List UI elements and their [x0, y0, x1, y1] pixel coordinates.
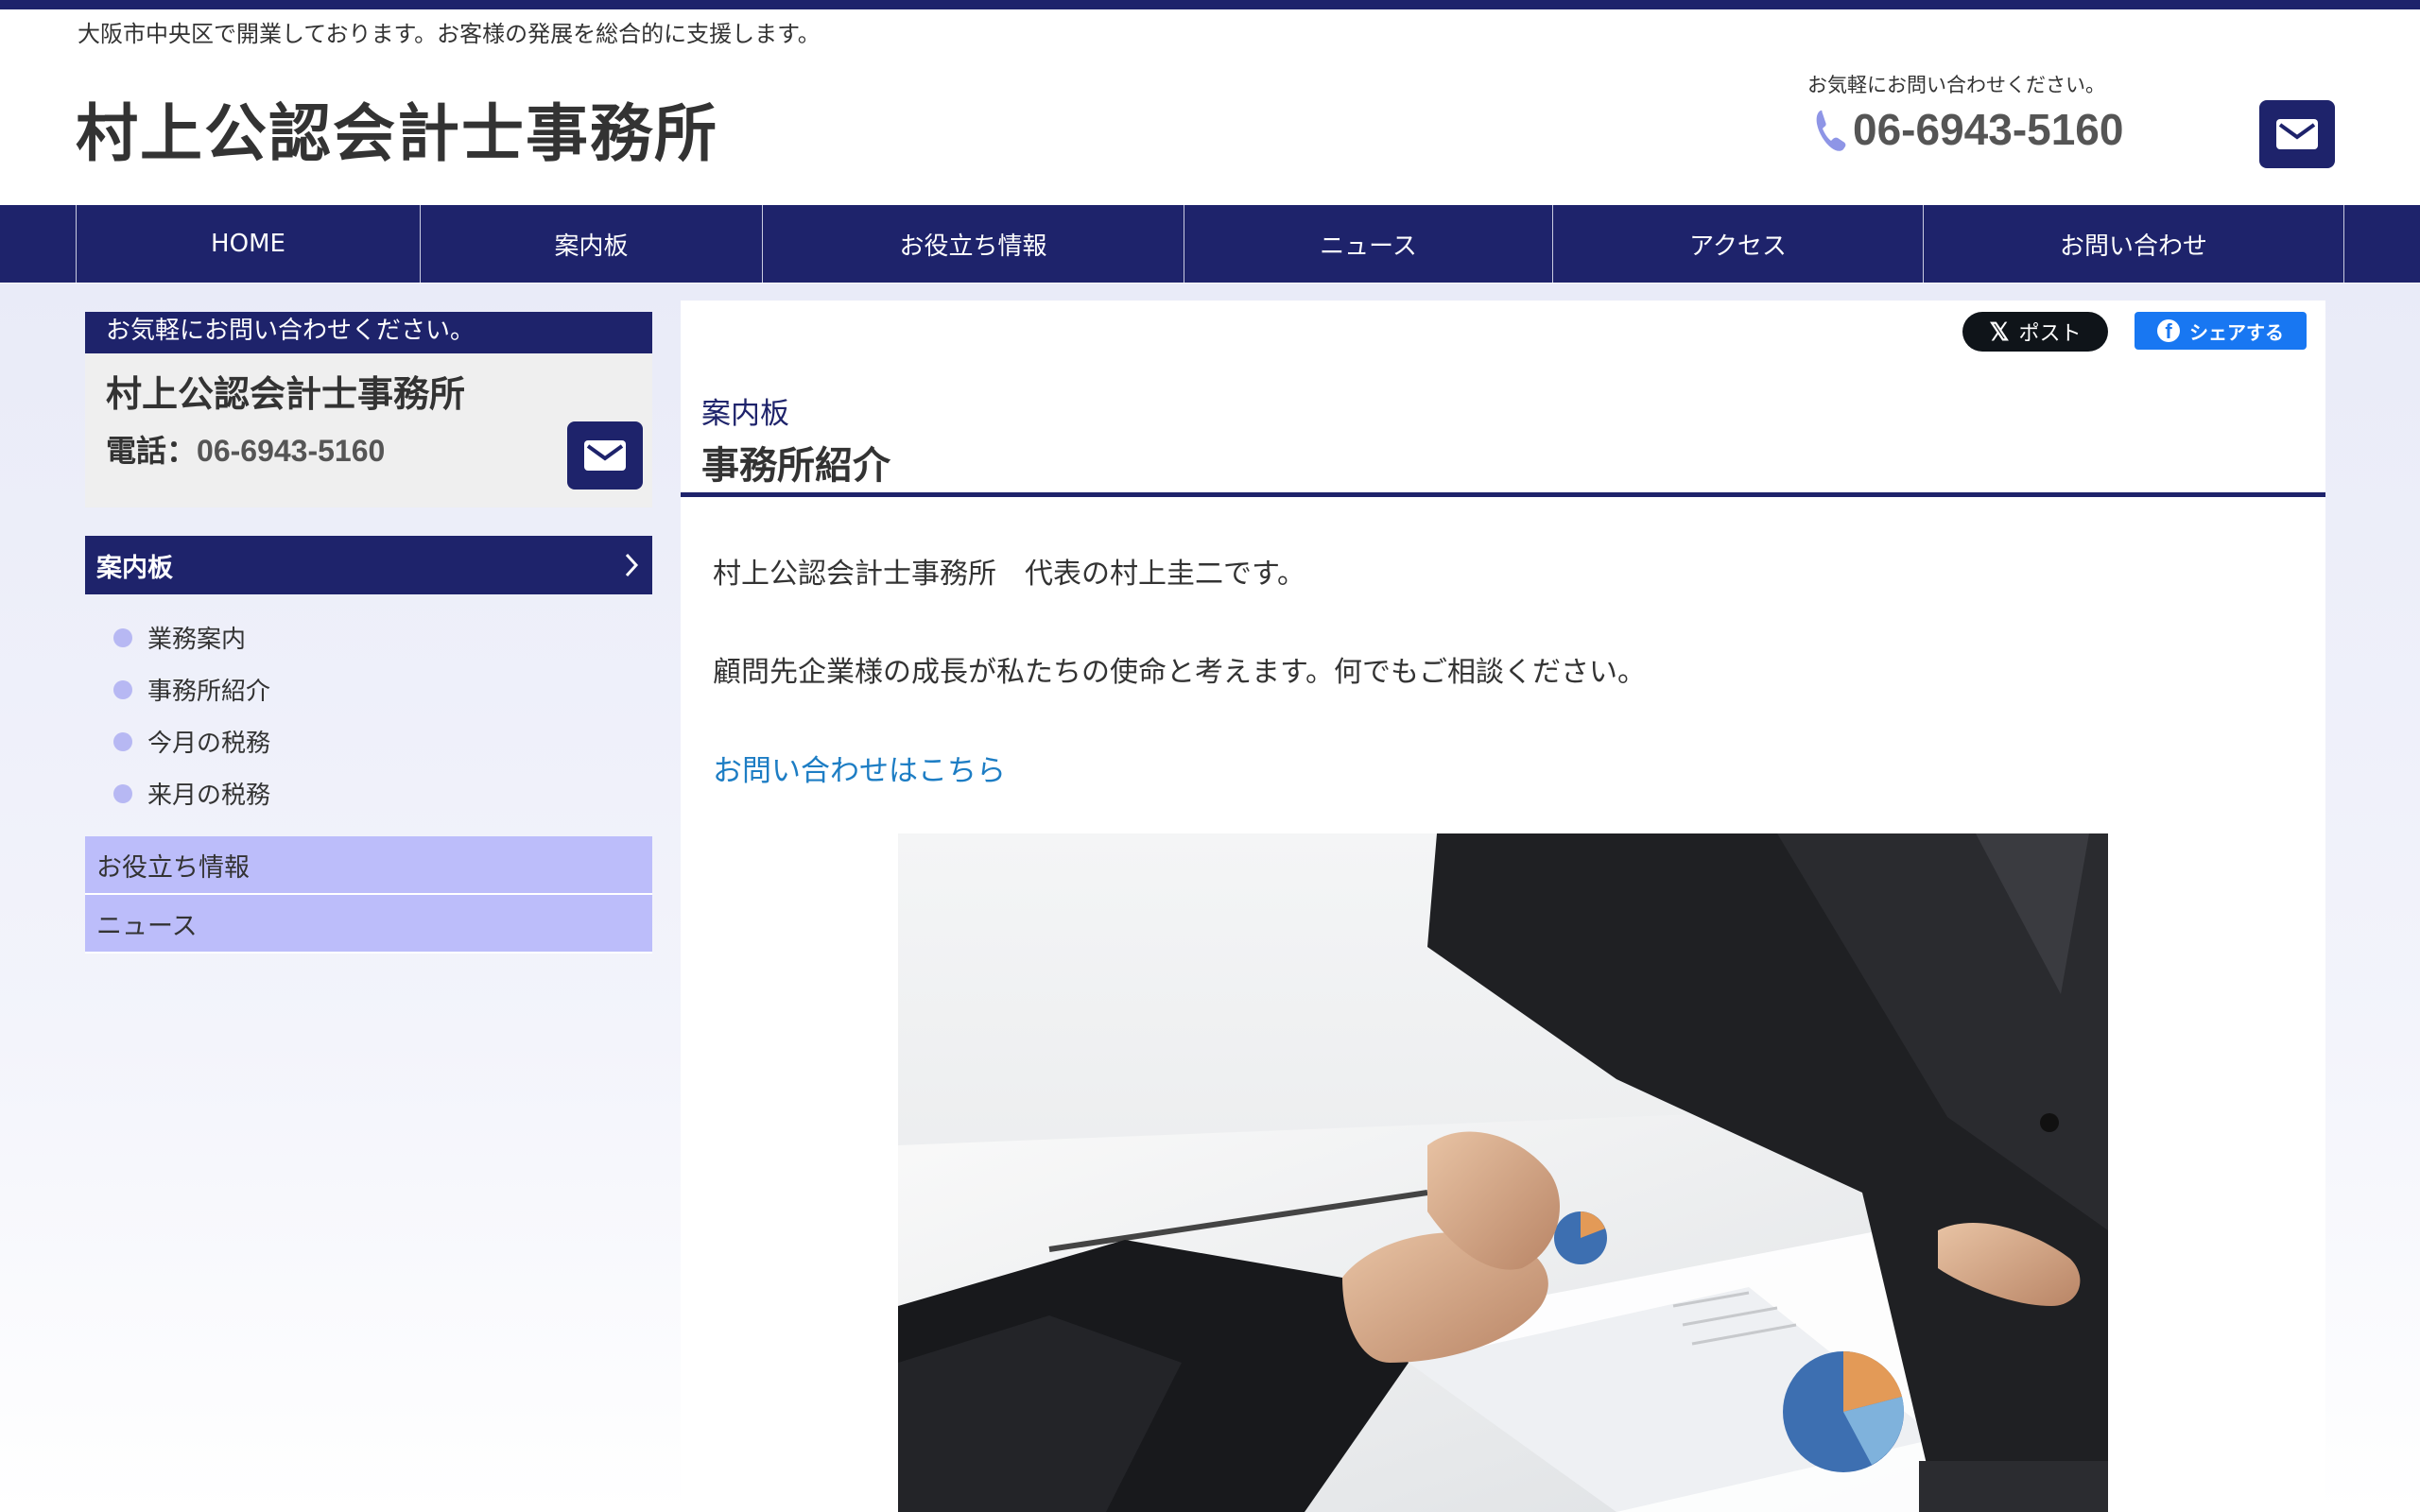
nav-item-news[interactable]: ニュース — [1184, 205, 1553, 283]
sidebar-item-office-intro[interactable]: 事務所紹介 — [113, 663, 652, 715]
sidebar-phone-number[interactable]: 06-6943-5160 — [197, 434, 385, 468]
sidebar-menu-heading[interactable]: 案内板 — [85, 536, 652, 594]
bullet-dot-icon — [113, 679, 132, 699]
nav-item-guide[interactable]: 案内板 — [421, 205, 763, 283]
chevron-right-icon — [625, 553, 639, 577]
bullet-dot-icon — [113, 627, 132, 647]
header-phone-number[interactable]: 06-6943-5160 — [1853, 104, 2123, 155]
phone-icon — [1816, 110, 1846, 151]
handshake-photo — [898, 833, 2108, 1512]
sidebar-item-label: 業務案内 — [147, 626, 247, 654]
x-post-label: ポスト — [2018, 322, 2082, 346]
sidebar-office-name: 村上公認会計士事務所 — [106, 373, 466, 415]
facebook-share-label: シェアする — [2189, 320, 2284, 344]
sidebar-menu-list: 業務案内 事務所紹介 今月の税務 来月の税務 — [85, 594, 652, 836]
sidebar: お気軽にお問い合わせください。 村上公認会計士事務所 電話：06-6943-51… — [85, 312, 652, 954]
page-title: 事務所紹介 — [701, 444, 890, 488]
main-content: 𝕏 ポスト f シェアする 案内板 事務所紹介 村上公認会計士事務所 代表の村上… — [681, 301, 2325, 1512]
top-accent-bar — [0, 0, 2420, 9]
x-post-button[interactable]: 𝕏 ポスト — [1962, 312, 2108, 352]
facebook-share-button[interactable]: f シェアする — [2135, 312, 2307, 350]
bullet-dot-icon — [113, 783, 132, 803]
header-phone[interactable]: 06-6943-5160 — [1813, 104, 2123, 155]
nav-item-useful-info[interactable]: お役立ち情報 — [763, 205, 1184, 283]
sidebar-phone[interactable]: 電話：06-6943-5160 — [106, 427, 385, 471]
mail-icon — [584, 440, 626, 471]
header-tagline: 大阪市中央区で開業しております。お客様の発展を総合的に支援します。 — [78, 21, 821, 47]
intro-paragraph-2: 顧問先企業様の成長が私たちの使命と考えます。何でもご相談ください。 — [713, 656, 1646, 689]
sidebar-item-this-month-tax[interactable]: 今月の税務 — [113, 715, 652, 767]
x-logo-icon: 𝕏 — [1989, 317, 2010, 346]
global-nav: HOME 案内板 お役立ち情報 ニュース アクセス お問い合わせ — [0, 205, 2420, 283]
sidebar-item-label: 来月の税務 — [147, 782, 271, 810]
mail-icon — [2276, 119, 2318, 149]
sidebar-category-news[interactable]: ニュース — [85, 895, 652, 954]
sidebar-item-label: 今月の税務 — [147, 730, 271, 758]
sidebar-category-useful-info[interactable]: お役立ち情報 — [85, 836, 652, 895]
header-contact-note: お気軽にお問い合わせください。 — [1807, 74, 2105, 96]
bullet-dot-icon — [113, 731, 132, 751]
sidebar-menu-heading-label: 案内板 — [96, 553, 173, 583]
nav-item-access[interactable]: アクセス — [1553, 205, 1924, 283]
sidebar-item-services[interactable]: 業務案内 — [113, 611, 652, 663]
intro-paragraph-1: 村上公認会計士事務所 代表の村上圭二です。 — [713, 558, 1305, 591]
title-divider — [681, 492, 2325, 497]
breadcrumb[interactable]: 案内板 — [701, 389, 789, 432]
sidebar-contact-box: お気軽にお問い合わせください。 村上公認会計士事務所 電話：06-6943-51… — [85, 312, 652, 507]
sidebar-phone-label: 電話： — [106, 433, 198, 469]
contact-link[interactable]: お問い合わせはこちら — [713, 747, 1006, 789]
sidebar-item-label: 事務所紹介 — [147, 678, 271, 706]
sidebar-item-next-month-tax[interactable]: 来月の税務 — [113, 767, 652, 819]
sidebar-contact-heading: お気軽にお問い合わせください。 — [85, 312, 652, 353]
facebook-icon: f — [2157, 319, 2180, 342]
sidebar-mail-button[interactable] — [567, 421, 643, 490]
nav-item-contact[interactable]: お問い合わせ — [1924, 205, 2344, 283]
nav-item-home[interactable]: HOME — [77, 205, 421, 283]
header-mail-button[interactable] — [2259, 100, 2335, 168]
site-title[interactable]: 村上公認会計士事務所 — [76, 83, 718, 174]
